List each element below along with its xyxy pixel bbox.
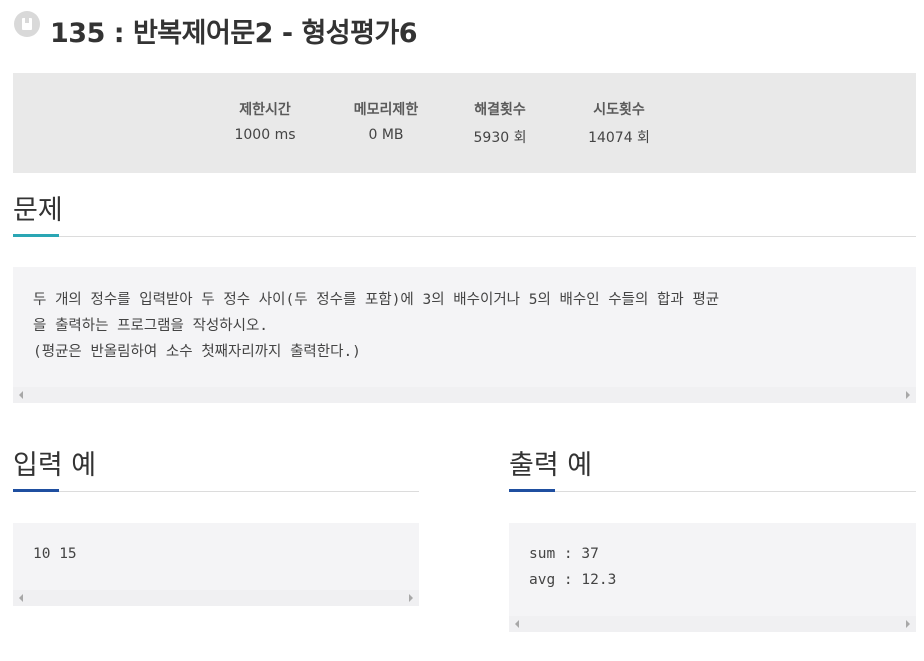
- input-example-content: 10 15: [33, 541, 77, 567]
- description-line: 을 출력하는 프로그램을 작성하시오.: [33, 318, 269, 334]
- stat-attempt-count: 시도횟수 14074 회: [564, 99, 674, 147]
- stat-label: 메모리제한: [353, 102, 419, 118]
- divider: [13, 491, 419, 492]
- problem-description: 두 개의 정수를 입력받아 두 정수 사이(두 정수를 포함)에 3의 배수이거…: [33, 287, 719, 365]
- heading-accent: [509, 489, 555, 492]
- output-example-heading: 출력 예: [509, 443, 916, 493]
- problem-heading-text: 문제: [13, 195, 63, 226]
- stat-value: 14074 회: [588, 130, 650, 146]
- stat-memory-limit: 메모리제한 0 MB: [331, 99, 441, 143]
- scroll-right-icon[interactable]: [906, 620, 910, 628]
- heading-accent: [13, 489, 59, 492]
- bookmark-icon[interactable]: [14, 11, 40, 37]
- problem-stats-bar: 제한시간 1000 ms 메모리제한 0 MB 해결횟수 5930 회 시도횟수…: [13, 73, 916, 173]
- problem-description-box: 두 개의 정수를 입력받아 두 정수 사이(두 정수를 포함)에 3의 배수이거…: [13, 267, 916, 403]
- input-example-heading: 입력 예: [13, 443, 419, 493]
- input-example-box: 10 15: [13, 523, 419, 606]
- stat-value: 1000 ms: [234, 127, 296, 143]
- stat-label: 시도횟수: [593, 102, 645, 118]
- title-row: 135 : 반복제어문2 - 형성평가6: [14, 8, 418, 52]
- scroll-right-icon[interactable]: [906, 391, 910, 399]
- heading-accent: [13, 234, 59, 237]
- scroll-left-icon[interactable]: [19, 391, 23, 399]
- stat-solved-count: 해결횟수 5930 회: [445, 99, 555, 147]
- stat-time-limit: 제한시간 1000 ms: [210, 99, 320, 143]
- page-title: 135 : 반복제어문2 - 형성평가6: [50, 17, 418, 49]
- horizontal-scrollbar[interactable]: [509, 616, 916, 632]
- description-line: (평균은 반올림하여 소수 첫째자리까지 출력한다.): [33, 344, 361, 360]
- example-line: 10 15: [33, 546, 77, 562]
- stat-label: 해결횟수: [474, 102, 526, 118]
- divider: [509, 491, 916, 492]
- input-example-heading-text: 입력 예: [13, 450, 97, 481]
- divider: [13, 236, 916, 237]
- problem-heading: 문제: [13, 188, 916, 238]
- stat-label: 제한시간: [239, 102, 291, 118]
- scroll-left-icon[interactable]: [19, 594, 23, 602]
- scroll-left-icon[interactable]: [515, 620, 519, 628]
- horizontal-scrollbar[interactable]: [13, 387, 916, 403]
- stat-value: 0 MB: [368, 127, 404, 143]
- description-line: 두 개의 정수를 입력받아 두 정수 사이(두 정수를 포함)에 3의 배수이거…: [33, 292, 720, 308]
- output-example-heading-text: 출력 예: [509, 450, 593, 481]
- output-example-box: sum : 37 avg : 12.3: [509, 523, 916, 632]
- example-line: sum : 37: [529, 546, 599, 562]
- output-example-content: sum : 37 avg : 12.3: [529, 541, 616, 593]
- horizontal-scrollbar[interactable]: [13, 590, 419, 606]
- stat-value: 5930 회: [473, 130, 527, 146]
- scroll-right-icon[interactable]: [409, 594, 413, 602]
- example-line: avg : 12.3: [529, 572, 617, 588]
